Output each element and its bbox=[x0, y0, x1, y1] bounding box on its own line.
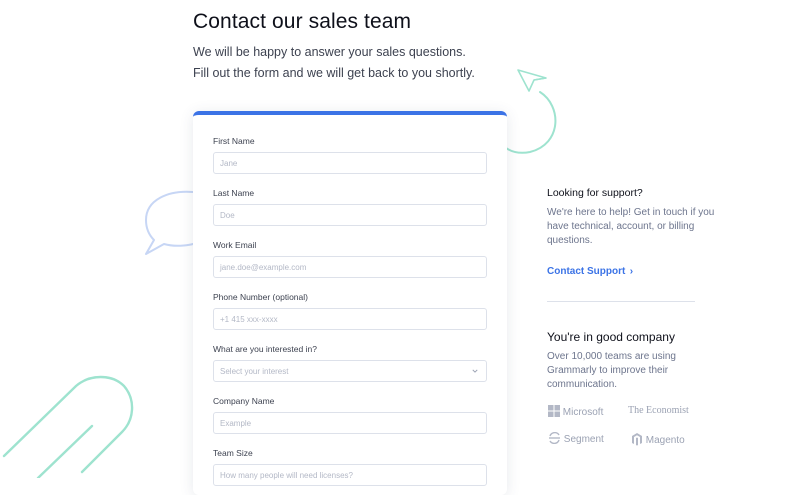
contact-support-link[interactable]: Contact Support › bbox=[547, 261, 737, 279]
section-divider bbox=[547, 301, 695, 302]
first-name-field: First Name Jane bbox=[213, 136, 487, 174]
segment-logo: Segment bbox=[548, 431, 604, 445]
segment-logo-text: Segment bbox=[563, 434, 604, 445]
work-email-label: Work Email bbox=[213, 240, 257, 250]
phone-label: Phone Number (optional) bbox=[213, 292, 308, 302]
interest-placeholder: Select your interest bbox=[220, 367, 289, 376]
magento-logo-icon bbox=[632, 433, 642, 446]
interest-label: What are you interested in? bbox=[213, 344, 317, 354]
contact-support-label: Contact Support bbox=[547, 266, 626, 277]
chevron-right-icon: › bbox=[629, 266, 634, 277]
page-subtitle: We will be happy to answer your sales qu… bbox=[193, 42, 475, 83]
phone-input[interactable]: +1 415 xxx-xxxx bbox=[213, 308, 487, 330]
team-size-field: Team Size How many people will need lice… bbox=[213, 448, 487, 486]
paperclip-icon bbox=[2, 375, 134, 478]
segment-logo-icon bbox=[549, 431, 560, 445]
team-size-label: Team Size bbox=[213, 448, 253, 458]
magento-logo-text: Magento bbox=[645, 435, 685, 446]
company-name-label: Company Name bbox=[213, 396, 275, 406]
microsoft-logo-text: Microsoft bbox=[562, 407, 604, 418]
support-heading: Looking for support? bbox=[547, 187, 643, 199]
support-section: Looking for support? We're here to help!… bbox=[547, 187, 737, 279]
first-name-input[interactable]: Jane bbox=[213, 152, 487, 174]
company-name-placeholder: Example bbox=[220, 419, 252, 428]
curve-decoration bbox=[505, 91, 557, 154]
last-name-placeholder: Doe bbox=[220, 211, 235, 220]
microsoft-logo: Microsoft bbox=[548, 405, 603, 418]
interest-select[interactable]: Select your interest bbox=[213, 360, 487, 382]
magento-logo: Magento bbox=[631, 432, 685, 446]
company-section: You're in good company Over 10,000 teams… bbox=[547, 330, 737, 392]
work-email-input[interactable]: jane.doe@example.com bbox=[213, 256, 487, 278]
phone-placeholder: +1 415 xxx-xxxx bbox=[220, 315, 278, 324]
contact-form: First Name Jane Last Name Doe Work Email… bbox=[193, 111, 507, 495]
work-email-field: Work Email jane.doe@example.com bbox=[213, 240, 487, 278]
last-name-label: Last Name bbox=[213, 188, 255, 198]
interest-field: What are you interested in? Select your … bbox=[213, 344, 487, 382]
subtitle-line-2: Fill out the form and we will get back t… bbox=[193, 65, 475, 80]
phone-field: Phone Number (optional) +1 415 xxx-xxxx bbox=[213, 292, 487, 330]
company-name-field: Company Name Example bbox=[213, 396, 487, 434]
company-text: Over 10,000 teams are using Grammarly to… bbox=[547, 351, 676, 390]
last-name-input[interactable]: Doe bbox=[213, 204, 487, 226]
economist-logo-text: The Economist bbox=[628, 405, 689, 416]
work-email-placeholder: jane.doe@example.com bbox=[220, 263, 307, 272]
company-name-input[interactable]: Example bbox=[213, 412, 487, 434]
speech-bubble-icon bbox=[145, 190, 194, 255]
first-name-label: First Name bbox=[213, 136, 255, 146]
team-size-input[interactable]: How many people will need licenses? bbox=[213, 464, 487, 486]
team-size-placeholder: How many people will need licenses? bbox=[220, 471, 353, 480]
support-text: We're here to help! Get in touch if you … bbox=[547, 207, 715, 246]
page-title: Contact our sales team bbox=[193, 10, 412, 33]
economist-logo: The Economist bbox=[628, 405, 689, 416]
first-name-placeholder: Jane bbox=[220, 159, 238, 168]
company-heading: You're in good company bbox=[547, 330, 675, 344]
subtitle-line-1: We will be happy to answer your sales qu… bbox=[193, 45, 466, 59]
chevron-down-icon bbox=[472, 369, 478, 373]
last-name-field: Last Name Doe bbox=[213, 188, 487, 226]
microsoft-logo-icon bbox=[548, 405, 560, 417]
